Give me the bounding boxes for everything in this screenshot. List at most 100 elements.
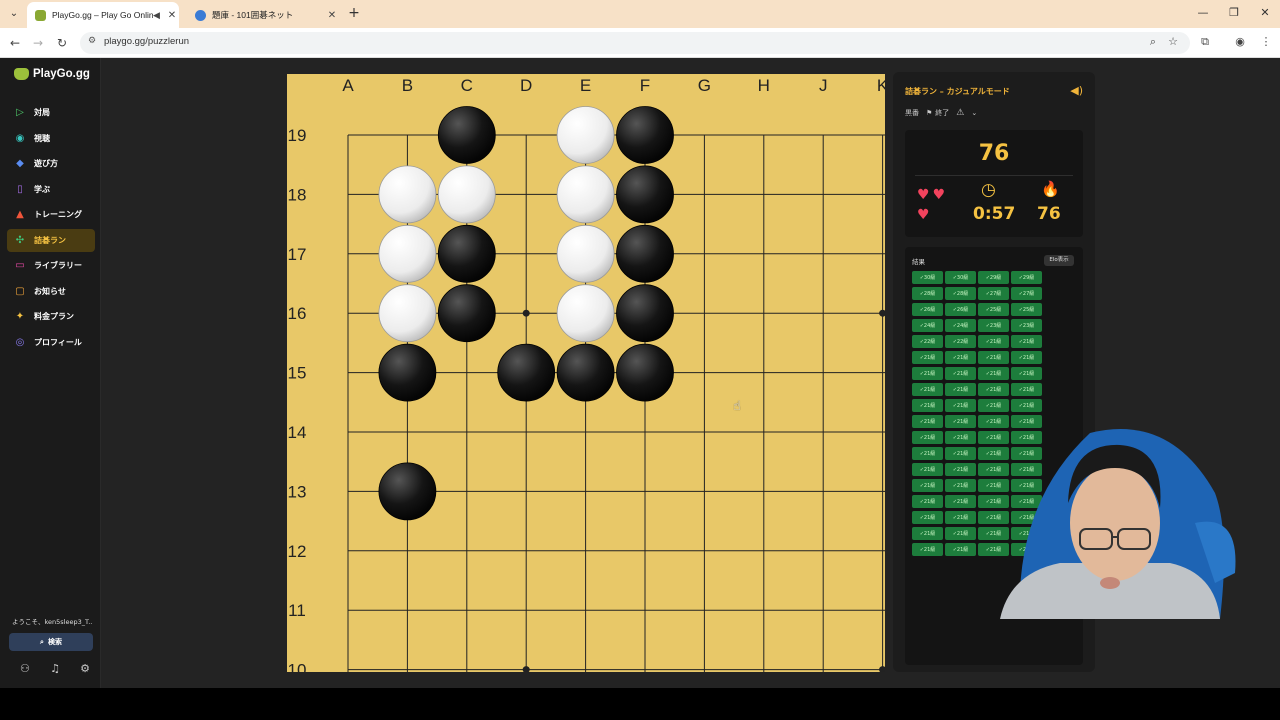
restore-button[interactable]: ❐ bbox=[1219, 4, 1249, 22]
black-stone bbox=[378, 343, 437, 402]
forward-button[interactable]: → bbox=[29, 34, 47, 52]
sidebar-item-8[interactable]: ▢ お知らせ bbox=[7, 280, 95, 303]
result-rank: 21級 bbox=[956, 387, 969, 393]
heart-icon: ♥ bbox=[917, 207, 930, 223]
tab-101weiqi[interactable]: 題庫 - 101囲碁ネット ✕ bbox=[187, 2, 339, 28]
sidebar-item-label: 視聴 bbox=[34, 133, 50, 143]
minimize-button[interactable]: — bbox=[1188, 4, 1218, 22]
result-chip: ✓ 21級 bbox=[912, 447, 943, 460]
result-chip: ✓ 30級 bbox=[945, 271, 976, 284]
sidebar-item-6[interactable]: ✣ 詰碁ラン bbox=[7, 228, 95, 252]
tab-title: 題庫 - 101囲碁ネット bbox=[212, 10, 294, 20]
result-rank: 21級 bbox=[923, 467, 936, 473]
result-chip: ✓ 21級 bbox=[945, 447, 976, 460]
clock-icon: ◷ bbox=[981, 180, 996, 200]
close-tab-icon[interactable]: ✕ bbox=[165, 10, 179, 21]
result-rank: 21級 bbox=[989, 355, 1002, 361]
settings-gear-icon[interactable]: ⚙ bbox=[80, 662, 90, 675]
sidebar-item-label: 遊び方 bbox=[34, 159, 58, 168]
black-stone bbox=[616, 343, 674, 402]
sidebar-item-3[interactable]: ◆ 遊び方 bbox=[7, 152, 95, 175]
sidebar-item-9[interactable]: ✦ 料金プラン bbox=[7, 305, 95, 328]
result-rank: 21級 bbox=[956, 403, 969, 409]
site-info-icon[interactable]: ⚙ bbox=[88, 36, 96, 46]
white-stone bbox=[556, 106, 615, 164]
row-label: 18 bbox=[288, 185, 307, 204]
go-board[interactable]: A B C D E F G H J K 19 18 17 16 15 14 13 12 11 10 bbox=[287, 74, 885, 672]
profile-icon[interactable]: ◉ bbox=[1232, 35, 1248, 48]
extensions-icon[interactable]: ⧉ bbox=[1197, 35, 1213, 49]
tab-playgo[interactable]: PlayGo.gg – Play Go Online ◀︎ ✕ bbox=[27, 2, 179, 28]
column-label: K bbox=[877, 76, 885, 95]
end-label: 終了 bbox=[935, 109, 950, 117]
panel-title: 詰碁ラン – カジュアルモード bbox=[905, 87, 1010, 96]
column-label: H bbox=[758, 76, 770, 95]
result-chip: ✓ 21級 bbox=[945, 511, 976, 524]
result-chip: ✓ 21級 bbox=[1011, 383, 1042, 396]
new-tab-button[interactable]: + bbox=[345, 4, 363, 22]
report-warning-icon[interactable]: ⚠ bbox=[956, 108, 964, 118]
lives-hearts: ♥ ♥ ♥ bbox=[917, 185, 957, 225]
divider bbox=[915, 175, 1073, 176]
eye-icon: ◉ bbox=[15, 132, 25, 144]
logo[interactable]: PlayGo.gg bbox=[14, 68, 90, 80]
sidebar-nav: ▷ 対局 ◉ 視聴 ◆ 遊び方 ▯ 学ぶ ▲ トレーニング ✣ 詰碁ラン ▭ ライブラリー ▢ お知らせ ✦ 料金… bbox=[7, 101, 95, 356]
sidebar-item-10[interactable]: ◎ プロフィール bbox=[7, 331, 95, 354]
speaker-icon[interactable]: ◀︎ bbox=[153, 10, 165, 21]
search-button[interactable]: ⌕ 検索 bbox=[9, 633, 93, 651]
result-rank: 21級 bbox=[956, 467, 969, 473]
url-text[interactable]: playgo.gg/puzzlerun bbox=[104, 36, 189, 47]
white-stone bbox=[378, 284, 437, 343]
result-chip: ✓ 26級 bbox=[945, 303, 976, 316]
bookmark-star-icon[interactable]: ☆ bbox=[1168, 35, 1178, 48]
people-icon[interactable]: ⚇ bbox=[20, 662, 30, 675]
chevron-down-icon[interactable]: ⌄ bbox=[971, 109, 977, 117]
sidebar-item-7[interactable]: ▭ ライブラリー bbox=[7, 254, 95, 277]
bell-icon[interactable]: ♫ bbox=[50, 662, 60, 675]
star-point bbox=[522, 666, 530, 672]
result-chip: ✓ 28級 bbox=[912, 287, 943, 300]
back-button[interactable]: ← bbox=[6, 34, 24, 52]
omnibox[interactable]: ⚙ playgo.gg/puzzlerun ⌕ ☆ bbox=[80, 32, 1190, 54]
end-button[interactable]: ⚑ 終了 bbox=[926, 108, 949, 118]
result-rank: 21級 bbox=[956, 451, 969, 457]
result-chip: ✓ 21級 bbox=[945, 543, 976, 556]
result-chip: ✓ 23級 bbox=[1011, 319, 1042, 332]
zoom-icon[interactable]: ⌕ bbox=[1150, 35, 1156, 49]
row-label: 14 bbox=[288, 423, 307, 442]
reload-button[interactable]: ↻ bbox=[53, 34, 71, 52]
result-rank: 21級 bbox=[923, 355, 936, 361]
result-chip: ✓ 21級 bbox=[912, 463, 943, 476]
sidebar-item-2[interactable]: ◉ 視聴 bbox=[7, 127, 95, 150]
sidebar-item-label: トレーニング bbox=[34, 210, 82, 219]
result-rank: 21級 bbox=[923, 483, 936, 489]
result-rank: 21級 bbox=[1022, 403, 1035, 409]
sidebar-item-4[interactable]: ▯ 学ぶ bbox=[7, 178, 95, 201]
result-rank: 27級 bbox=[989, 291, 1002, 297]
result-chip: ✓ 21級 bbox=[945, 351, 976, 364]
go-board-svg[interactable]: A B C D E F G H J K 19 18 17 16 15 14 13 12 11 10 bbox=[287, 74, 885, 672]
result-rank: 25級 bbox=[1022, 307, 1035, 313]
close-tab-icon[interactable]: ✕ bbox=[325, 10, 339, 21]
close-window-button[interactable]: ✕ bbox=[1250, 4, 1280, 22]
welcome-text: ようこそ、ken5sleep3_T... bbox=[12, 618, 92, 626]
white-stone bbox=[556, 224, 615, 283]
menu-icon[interactable]: ⋮ bbox=[1258, 35, 1274, 48]
chat-icon: ▢ bbox=[15, 285, 25, 297]
tab-search-icon[interactable]: ⌄ bbox=[5, 6, 23, 22]
row-label: 12 bbox=[288, 542, 307, 561]
column-label: F bbox=[640, 76, 650, 95]
result-rank: 25級 bbox=[989, 307, 1002, 313]
black-stone bbox=[556, 343, 615, 402]
book-icon: ▯ bbox=[17, 183, 23, 195]
score-value: 76 bbox=[978, 141, 1010, 166]
search-icon: ⌕ bbox=[40, 637, 44, 646]
sidebar-item-1[interactable]: ▷ 対局 bbox=[7, 101, 95, 124]
heart-icon: ♥ bbox=[917, 187, 930, 203]
row-label: 16 bbox=[288, 304, 307, 323]
sound-toggle-icon[interactable]: ◀) bbox=[1070, 84, 1083, 97]
black-stone bbox=[497, 343, 556, 402]
elo-toggle-button[interactable]: Elo表示 bbox=[1044, 255, 1074, 266]
column-label: J bbox=[819, 76, 828, 95]
sidebar-item-5[interactable]: ▲ トレーニング bbox=[7, 203, 95, 226]
